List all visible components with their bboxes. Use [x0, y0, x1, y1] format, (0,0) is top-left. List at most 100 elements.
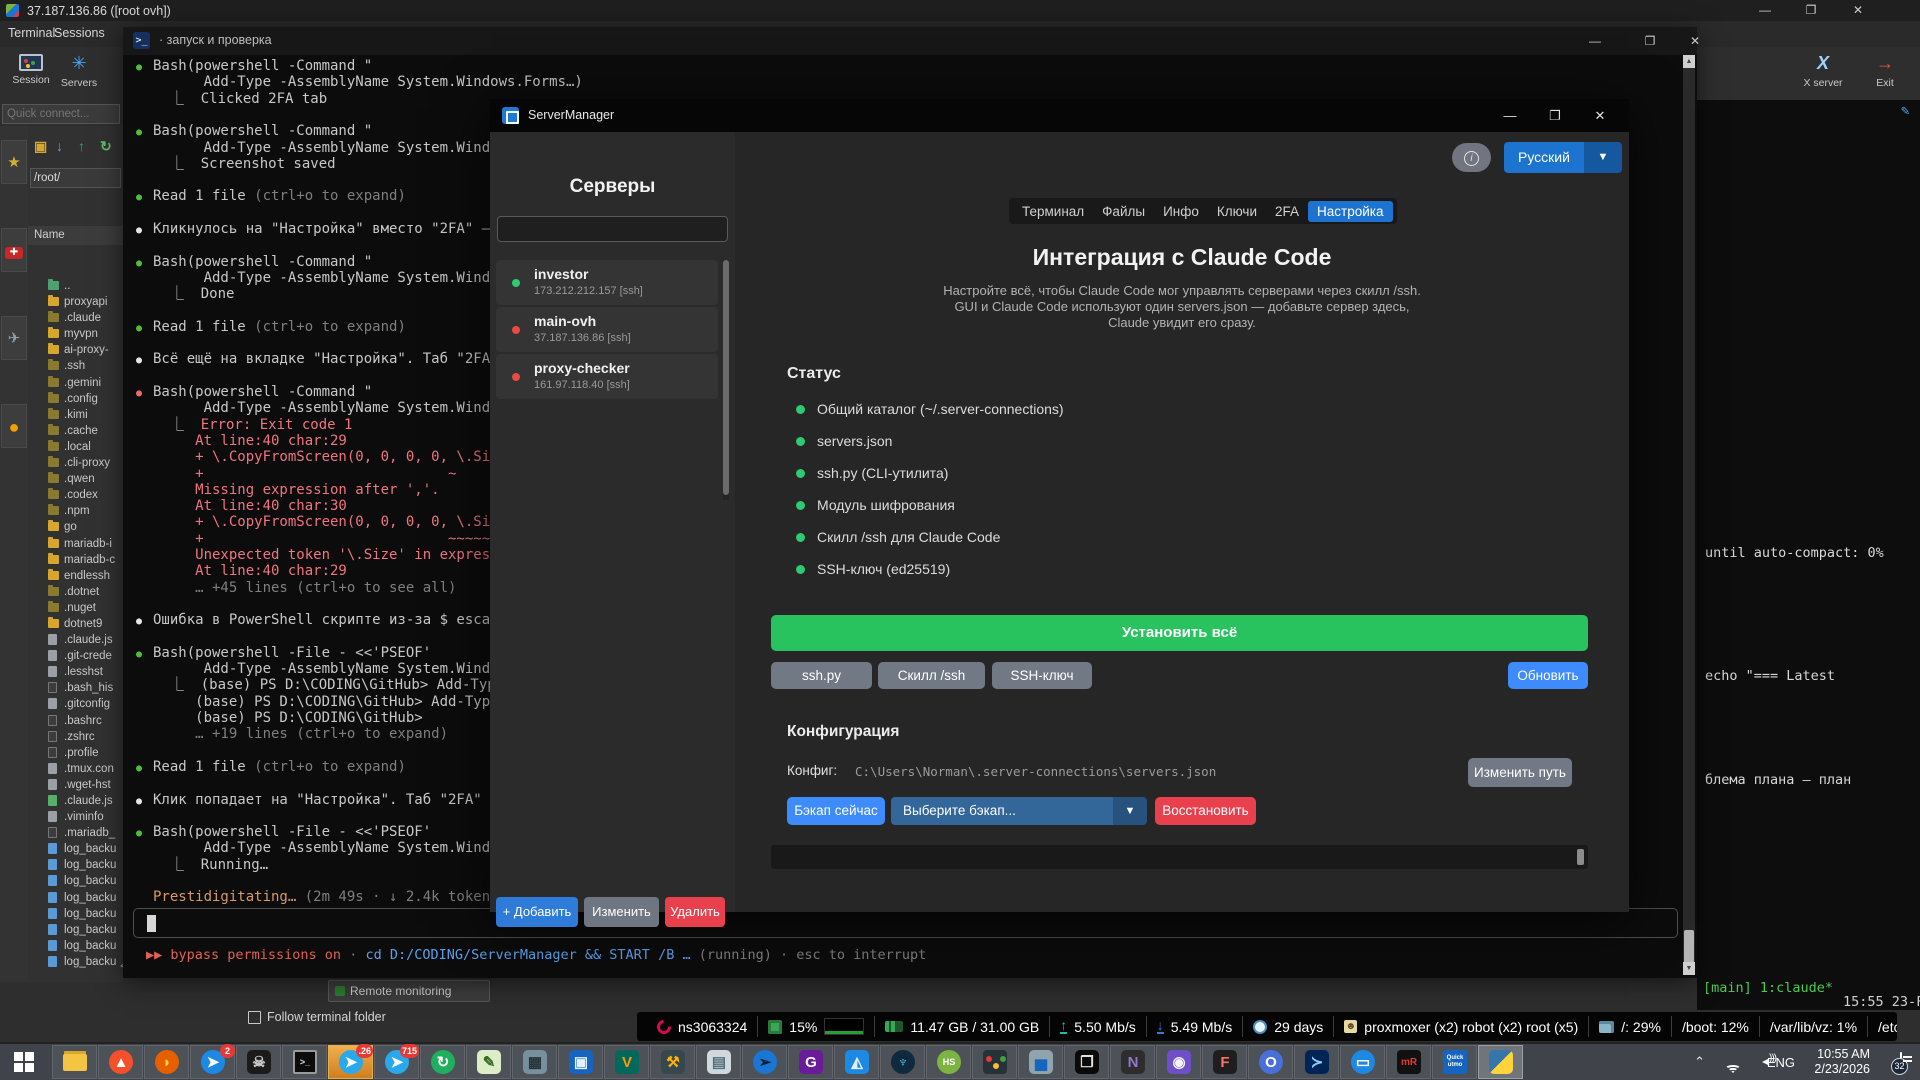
download-icon[interactable]: ↓	[56, 138, 63, 154]
taskbar-app-browser-o[interactable]: O	[1248, 1045, 1293, 1079]
server-search-input[interactable]	[497, 216, 728, 242]
file-row[interactable]: .local	[28, 439, 123, 455]
tool-button-skill-ssh[interactable]: Скилл /ssh	[878, 662, 985, 689]
file-row[interactable]: myvpn	[28, 326, 123, 342]
file-row[interactable]: .dotnet	[28, 584, 123, 600]
sidebar-tab-sftp-plane[interactable]: ✈	[1, 316, 27, 360]
toolbar-button-x-server[interactable]: XX server	[1800, 49, 1846, 95]
server-list-scrollbar[interactable]	[723, 260, 729, 500]
taskbar-app-telegram-1[interactable]: ➤.26	[328, 1045, 373, 1079]
tab-терминал[interactable]: Терминал	[1013, 201, 1093, 222]
file-row[interactable]: .lesshst	[28, 664, 123, 680]
server-delete-button[interactable]: Удалить	[665, 897, 725, 927]
close-icon[interactable]: ✕	[1673, 27, 1717, 55]
file-row[interactable]: .bash_his	[28, 680, 123, 696]
file-row[interactable]: .npm	[28, 503, 123, 519]
tray-language[interactable]: ENG	[1767, 1055, 1795, 1070]
maximize-icon[interactable]: ❐	[1628, 27, 1672, 55]
taskbar-app-notepad-plus-plus[interactable]: ✎	[466, 1045, 511, 1079]
taskbar-app-cube-app[interactable]: ❒	[1064, 1045, 1109, 1079]
file-row[interactable]: .claude.js	[28, 793, 123, 809]
taskbar-app-proxy-tool[interactable]: ☠	[236, 1045, 281, 1079]
toolbar-button-servers[interactable]: ✳Servers	[56, 49, 102, 95]
taskbar-app-powershell[interactable]: ≻	[1294, 1045, 1339, 1079]
server-edit-button[interactable]: Изменить	[584, 897, 659, 927]
taskbar-app-telegram-2[interactable]: ➤715	[374, 1045, 419, 1079]
taskbar-app-firefox[interactable]: ◗	[144, 1045, 189, 1079]
info-button[interactable]: i	[1452, 143, 1491, 172]
scrollbar-thumb[interactable]	[723, 260, 729, 495]
file-row[interactable]: .config	[28, 391, 123, 407]
tool-button-ssh-py[interactable]: ssh.py	[771, 662, 872, 689]
file-row[interactable]: .profile	[28, 745, 123, 761]
remote-monitoring-button[interactable]: Remote monitoring	[328, 980, 490, 1002]
sidebar-tab-tools-knife[interactable]: ✚	[1, 228, 27, 272]
file-row[interactable]: .codex	[28, 487, 123, 503]
tab-инфо[interactable]: Инфо	[1154, 201, 1208, 222]
file-row[interactable]: .kimi	[28, 407, 123, 423]
file-row[interactable]: dotnet9	[28, 616, 123, 632]
file-row[interactable]: .claude.js	[28, 632, 123, 648]
tab-настройка[interactable]: Настройка	[1308, 201, 1392, 222]
terminal-prompt-box[interactable]	[133, 908, 1678, 938]
tab-2fa[interactable]: 2FA	[1266, 201, 1308, 222]
file-row[interactable]: .claude	[28, 310, 123, 326]
taskbar-app-dev-tools[interactable]: ⚒	[650, 1045, 695, 1079]
taskbar-app-file-explorer[interactable]	[52, 1045, 97, 1079]
file-row[interactable]: go	[28, 519, 123, 535]
file-row[interactable]: log_backu	[28, 954, 123, 970]
menu-item-terminal[interactable]: Terminal	[8, 26, 55, 40]
taskbar-app-calculator[interactable]: ▦	[512, 1045, 557, 1079]
file-row[interactable]: log_backu	[28, 938, 123, 954]
server-list-item-main-ovh[interactable]: main-ovh37.187.136.86 [ssh]	[496, 307, 718, 352]
taskbar-app-app-window[interactable]: ▣	[558, 1045, 603, 1079]
taskbar-app-photos[interactable]: ◭	[834, 1045, 879, 1079]
scroll-up-icon[interactable]: ▲	[1683, 55, 1695, 68]
maximize-icon[interactable]: ❐	[1535, 99, 1575, 132]
tab-ключи[interactable]: Ключи	[1208, 201, 1266, 222]
file-row[interactable]: ai-proxy-	[28, 342, 123, 358]
taskbar-app-g-app[interactable]: G	[788, 1045, 833, 1079]
file-row[interactable]: .tmux.con	[28, 761, 123, 777]
folder-up-icon[interactable]: ▣	[34, 138, 47, 155]
server-list-item-investor[interactable]: investor173.212.212.157 [ssh]	[496, 260, 718, 305]
taskbar-app-notepad[interactable]: ▤	[696, 1045, 741, 1079]
change-path-button[interactable]: Изменить путь	[1468, 758, 1572, 787]
file-row[interactable]: .viminfo	[28, 809, 123, 825]
toolbar-button-session[interactable]: Session	[8, 49, 54, 95]
follow-terminal-checkbox[interactable]	[248, 1011, 261, 1024]
sidebar-tab-web-globe[interactable]: ●	[1, 404, 27, 448]
close-icon[interactable]: ✕	[1843, 2, 1873, 19]
server-add-button[interactable]: + Добавить	[496, 897, 578, 927]
tray-clock[interactable]: 10:55 AM 2/23/2026	[1814, 1047, 1870, 1077]
minimize-icon[interactable]: —	[1750, 2, 1780, 19]
taskbar-app-dark-bird[interactable]: ➢	[742, 1045, 787, 1079]
taskbar-app-figma[interactable]: F	[1202, 1045, 1247, 1079]
terminal-scrollbar[interactable]: ▲ ▼	[1683, 55, 1695, 975]
language-select[interactable]: Русский ▼	[1504, 142, 1622, 173]
file-row[interactable]: endlessh	[28, 568, 123, 584]
file-row[interactable]: log_backu	[28, 890, 123, 906]
terminal-tab-title[interactable]: · запуск и проверка	[159, 33, 272, 47]
taskbar-app-github-desktop[interactable]: ◉	[1156, 1045, 1201, 1079]
scroll-down-icon[interactable]: ▼	[1683, 962, 1695, 975]
taskbar-app-quick-utmo[interactable]: Quick utmo	[1432, 1045, 1477, 1079]
server-list-item-proxy-checker[interactable]: proxy-checker161.97.118.40 [ssh]	[496, 354, 718, 399]
install-all-button[interactable]: Установить всё	[771, 615, 1588, 651]
file-row[interactable]: mariadb-i	[28, 536, 123, 552]
restore-button[interactable]: Восстановить	[1155, 797, 1256, 825]
menu-item-sessions[interactable]: Sessions	[54, 26, 105, 40]
file-row[interactable]: .zshrc	[28, 729, 123, 745]
taskbar-app-python-servermanager[interactable]	[1478, 1045, 1523, 1079]
taskbar-app-freefilesync[interactable]: ↻	[420, 1045, 465, 1079]
tab-файлы[interactable]: Файлы	[1093, 201, 1154, 222]
file-row[interactable]: .cache	[28, 423, 123, 439]
taskbar-app-brave[interactable]: ▲	[98, 1045, 143, 1079]
file-row[interactable]: .git-crede	[28, 648, 123, 664]
tray-chevron-icon[interactable]: ⌃	[1694, 1054, 1705, 1070]
file-row[interactable]: .gitconfig	[28, 696, 123, 712]
file-row[interactable]: .gemini	[28, 375, 123, 391]
file-row[interactable]: ..	[28, 278, 123, 294]
taskbar-app-command-prompt[interactable]: >_	[282, 1045, 327, 1079]
maximize-icon[interactable]: ❐	[1796, 2, 1826, 19]
